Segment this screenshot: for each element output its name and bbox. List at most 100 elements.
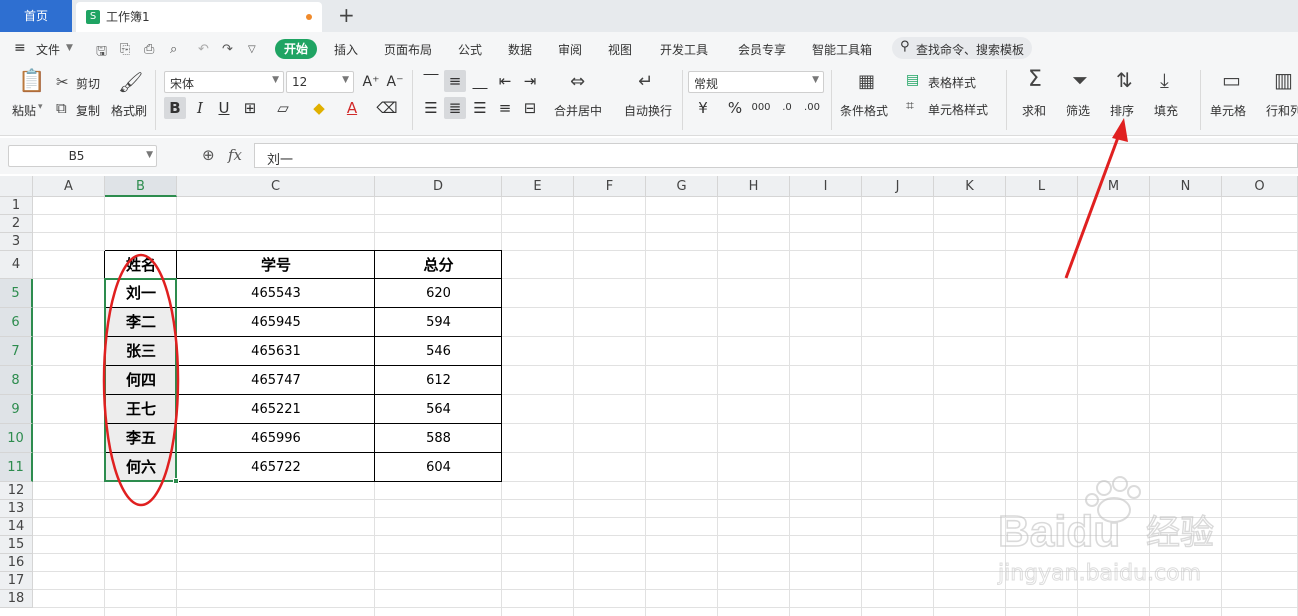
format-painter-button[interactable]: 格式刷 (111, 102, 147, 119)
column-header-g[interactable]: G (646, 176, 718, 197)
table-style-button[interactable]: 表格样式 (928, 74, 976, 91)
cell-icon[interactable]: ▭ (1222, 70, 1241, 90)
row-header-14[interactable]: 14 (0, 518, 33, 536)
column-header-k[interactable]: K (934, 176, 1006, 197)
formula-input[interactable]: 刘一 (254, 143, 1298, 168)
distribute-icon[interactable]: ⊟ (519, 97, 541, 119)
merge-center-icon[interactable]: ⇔ (570, 72, 585, 92)
menu-file[interactable]: 文件 (36, 41, 60, 58)
outdent-icon[interactable]: ⇤ (494, 70, 516, 92)
column-header-a[interactable]: A (33, 176, 105, 197)
italic-button[interactable]: I (189, 97, 211, 119)
row-header-8[interactable]: 8 (0, 366, 33, 395)
hamburger-icon[interactable]: ≡ (14, 40, 26, 56)
cut-button[interactable]: 剪切 (76, 75, 100, 92)
row-header-16[interactable]: 16 (0, 554, 33, 572)
column-header-i[interactable]: I (790, 176, 862, 197)
align-top-icon[interactable]: ⎺ (420, 70, 442, 92)
row-header-17[interactable]: 17 (0, 572, 33, 590)
fill-color-icon[interactable]: ◆ (308, 97, 330, 119)
row-header-4[interactable]: 4 (0, 251, 33, 279)
column-header-j[interactable]: J (862, 176, 934, 197)
increase-decimal-icon[interactable]: .0 (776, 97, 798, 119)
table-cell[interactable]: 604 (375, 453, 502, 482)
menu-smart-toolbox[interactable]: 智能工具箱 (812, 41, 872, 58)
table-cell[interactable]: 620 (375, 279, 502, 308)
tab-workbook[interactable]: S 工作簿1 (76, 2, 322, 32)
table-cell[interactable]: 465221 (177, 395, 375, 424)
table-cell[interactable]: 465722 (177, 453, 375, 482)
increase-font-icon[interactable]: A⁺ (360, 71, 382, 93)
column-header-b[interactable]: B (105, 176, 177, 197)
copy-icon[interactable]: ⧉ (56, 98, 67, 118)
menu-developer[interactable]: 开发工具 (660, 41, 708, 58)
table-cell[interactable]: 465996 (177, 424, 375, 453)
conditional-format-button[interactable]: 条件格式 (840, 102, 888, 119)
column-header-m[interactable]: M (1078, 176, 1150, 197)
name-box[interactable]: B5 ▼ (8, 145, 157, 167)
table-cell[interactable]: 465945 (177, 308, 375, 337)
scissors-icon[interactable]: ✂ (56, 72, 69, 92)
column-header-h[interactable]: H (718, 176, 790, 197)
table-cell[interactable]: 465631 (177, 337, 375, 366)
align-bottom-icon[interactable]: ⎽ (469, 70, 491, 92)
command-search[interactable]: ⚲ 查找命令、搜索模板 (892, 37, 1032, 59)
print-preview-icon[interactable]: ⌕ (170, 42, 177, 57)
row-header-9[interactable]: 9 (0, 395, 33, 424)
wrap-text-button[interactable]: 自动换行 (624, 102, 672, 119)
row-header-10[interactable]: 10 (0, 424, 33, 453)
paste-button[interactable]: 粘贴 (12, 102, 36, 119)
format-painter-icon[interactable]: 🖌 (118, 72, 143, 92)
menu-review[interactable]: 审阅 (558, 41, 582, 58)
column-header-c[interactable]: C (177, 176, 375, 197)
font-name-select[interactable]: 宋体 ▼ (164, 71, 284, 93)
align-center-icon[interactable]: ≣ (444, 97, 466, 119)
paste-icon[interactable]: 📋 (18, 71, 45, 93)
paste-chevron-icon[interactable]: ▾ (38, 102, 43, 112)
menu-data[interactable]: 数据 (508, 41, 532, 58)
thousands-icon[interactable]: 000 (750, 97, 772, 119)
row-header-7[interactable]: 7 (0, 337, 33, 366)
zoom-icon[interactable]: ⊕ (202, 146, 215, 164)
percent-icon[interactable]: % (724, 97, 746, 119)
column-header-l[interactable]: L (1006, 176, 1078, 197)
clear-format-icon[interactable]: ⌫ (376, 97, 398, 119)
align-left-icon[interactable]: ☰ (420, 97, 442, 119)
table-header-cell[interactable]: 姓名 (105, 251, 177, 279)
undo-icon[interactable]: ↶ (198, 42, 209, 57)
table-header-cell[interactable]: 总分 (375, 251, 502, 279)
table-header-cell[interactable]: 学号 (177, 251, 375, 279)
row-header-15[interactable]: 15 (0, 536, 33, 554)
row-col-icon[interactable]: ▥ (1274, 70, 1293, 90)
menu-insert[interactable]: 插入 (334, 41, 358, 58)
row-header-18[interactable]: 18 (0, 590, 33, 608)
underline-button[interactable]: U (213, 97, 235, 119)
align-middle-icon[interactable]: ≡ (444, 70, 466, 92)
sort-button[interactable]: 排序 (1110, 102, 1134, 119)
font-size-select[interactable]: 12 ▼ (286, 71, 354, 93)
new-tab-plus-icon[interactable]: + (338, 4, 355, 26)
filter-icon[interactable]: ⏷ (1072, 70, 1088, 90)
sum-icon[interactable]: Σ (1028, 69, 1042, 91)
column-header-e[interactable]: E (502, 176, 574, 197)
column-header-f[interactable]: F (574, 176, 646, 197)
row-header-5[interactable]: 5 (0, 279, 33, 308)
row-header-13[interactable]: 13 (0, 500, 33, 518)
wrap-text-icon[interactable]: ↵ (638, 72, 653, 92)
filter-button[interactable]: 筛选 (1066, 102, 1090, 119)
indent-icon[interactable]: ⇥ (519, 70, 541, 92)
number-format-select[interactable]: 常规 ▼ (688, 71, 824, 93)
column-header-d[interactable]: D (375, 176, 502, 197)
sum-button[interactable]: 求和 (1022, 102, 1046, 119)
table-style-icon[interactable]: ▤ (906, 70, 919, 90)
font-color-icon[interactable]: A (341, 97, 363, 119)
sort-icon[interactable]: ⇅ (1116, 70, 1133, 90)
row-header-12[interactable]: 12 (0, 482, 33, 500)
cell-button[interactable]: 单元格 (1210, 102, 1246, 119)
save-icon[interactable]: 🖫 (96, 42, 107, 64)
menu-member[interactable]: 会员专享 (738, 41, 786, 58)
menu-formulas[interactable]: 公式 (458, 41, 482, 58)
decrease-font-icon[interactable]: A⁻ (384, 71, 406, 93)
merge-center-button[interactable]: 合并居中 (554, 102, 602, 119)
column-header-n[interactable]: N (1150, 176, 1222, 197)
